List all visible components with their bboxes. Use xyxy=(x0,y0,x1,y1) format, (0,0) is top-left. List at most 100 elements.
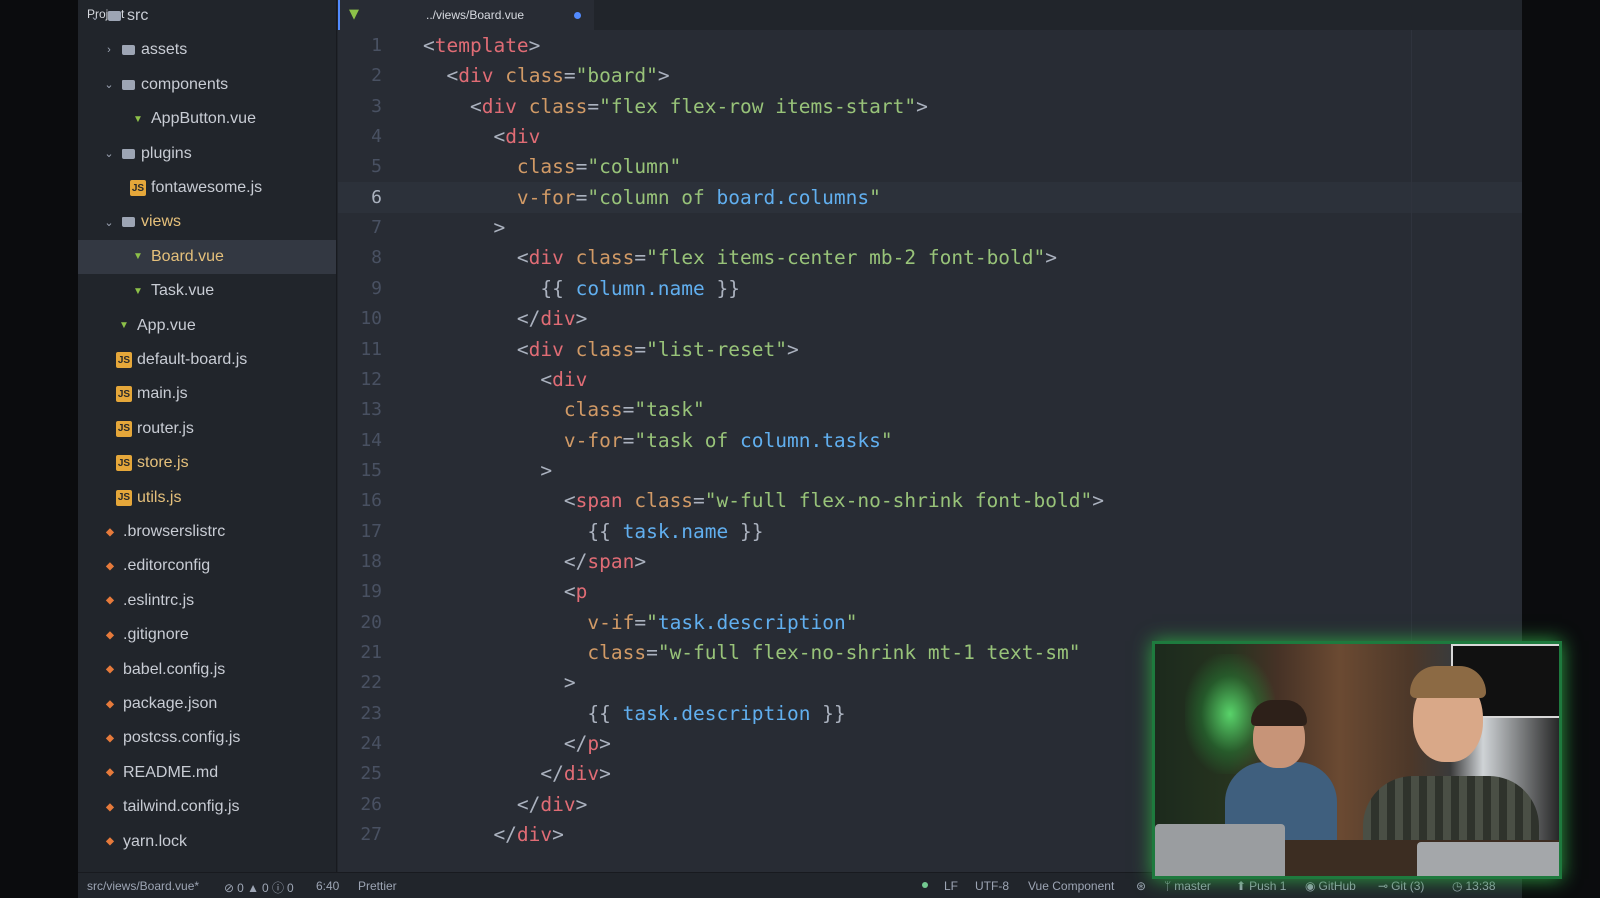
line-number[interactable]: 5 xyxy=(338,151,382,182)
line-number[interactable]: 6 xyxy=(338,182,382,213)
tree-item-label: .editorconfig xyxy=(123,557,211,575)
tree-item[interactable]: JS router.js xyxy=(78,412,336,446)
modified-indicator-icon[interactable] xyxy=(574,12,581,19)
code-line[interactable]: 8 <div class="flex items-center mb-2 fon… xyxy=(338,242,1522,273)
chevron-down-icon[interactable]: ⌄ xyxy=(102,147,116,160)
tree-item[interactable]: ◆ .gitignore xyxy=(78,618,336,652)
tree-item[interactable]: ⌄ plugins xyxy=(78,137,336,171)
line-number[interactable]: 14 xyxy=(338,425,382,456)
tree-item[interactable]: JS utils.js xyxy=(78,481,336,515)
line-number[interactable]: 20 xyxy=(338,607,382,638)
chevron-right-icon[interactable]: › xyxy=(102,44,116,56)
tree-item-label: AppButton.vue xyxy=(151,110,256,128)
line-number[interactable]: 3 xyxy=(338,91,382,122)
code-line[interactable]: 19 <p xyxy=(338,576,1522,607)
formatter-label[interactable]: Prettier xyxy=(358,879,397,893)
line-number[interactable]: 9 xyxy=(338,273,382,304)
code-line[interactable]: 1 <template> xyxy=(338,30,1522,61)
chevron-down-icon[interactable]: ⌄ xyxy=(102,216,116,229)
code-token: > xyxy=(634,549,647,573)
tree-item[interactable]: ◆ .eslintrc.js xyxy=(78,584,336,618)
tree-item[interactable]: ◆ postcss.config.js xyxy=(78,721,336,755)
code-line[interactable]: 13 class="task" xyxy=(338,394,1522,425)
broadcast-icon[interactable]: ⊛ xyxy=(1136,879,1146,893)
code-line[interactable]: 7 > xyxy=(338,212,1522,243)
line-number[interactable]: 27 xyxy=(338,819,382,850)
tree-item[interactable]: ▼ Task.vue xyxy=(78,274,336,308)
code-line[interactable]: 2 <div class="board"> xyxy=(338,60,1522,91)
diagnostics-indicator[interactable]: ⊘ 0 ▲ 0 ⓘ 0 xyxy=(224,879,294,896)
line-number[interactable]: 17 xyxy=(338,516,382,547)
github-button[interactable]: ◉ GitHub xyxy=(1305,879,1356,893)
tree-item[interactable]: JS default-board.js xyxy=(78,343,336,377)
line-number[interactable]: 7 xyxy=(338,212,382,243)
tree-item[interactable]: ◆ babel.config.js xyxy=(78,653,336,687)
line-number[interactable]: 16 xyxy=(338,485,382,516)
code-line[interactable]: 18 </span> xyxy=(338,546,1522,577)
line-number[interactable]: 13 xyxy=(338,394,382,425)
line-number[interactable]: 18 xyxy=(338,546,382,577)
line-number[interactable]: 21 xyxy=(338,637,382,668)
tree-item[interactable]: ▼ AppButton.vue xyxy=(78,102,336,136)
line-number[interactable]: 2 xyxy=(338,60,382,91)
chevron-down-icon[interactable]: ⌄ xyxy=(88,10,102,23)
tree-item[interactable]: ▼ Board.vue xyxy=(78,239,336,274)
tree-item[interactable]: ⌄ components xyxy=(78,68,336,102)
chevron-down-icon[interactable]: ⌄ xyxy=(102,78,116,91)
line-number[interactable]: 8 xyxy=(338,242,382,273)
code-token: task.name xyxy=(622,519,729,543)
line-number[interactable]: 4 xyxy=(338,121,382,152)
tree-item[interactable]: › assets xyxy=(78,33,336,67)
error-count: 0 xyxy=(237,881,244,895)
line-number[interactable]: 23 xyxy=(338,698,382,729)
branch-selector[interactable]: ᛘ master xyxy=(1164,879,1211,893)
encoding-selector[interactable]: UTF-8 xyxy=(975,879,1009,893)
tree-item[interactable]: JS fontawesome.js xyxy=(78,171,336,205)
line-number[interactable]: 11 xyxy=(338,334,382,365)
tree-item[interactable]: JS main.js xyxy=(78,377,336,411)
line-number[interactable]: 22 xyxy=(338,667,382,698)
code-line[interactable]: 16 <span class="w-full flex-no-shrink fo… xyxy=(338,485,1522,516)
tree-item[interactable]: ◆ .browserslistrc xyxy=(78,515,336,549)
tree-item[interactable]: ▼ App.vue xyxy=(78,309,336,343)
code-line[interactable]: 17 {{ task.name }} xyxy=(338,516,1522,547)
code-line[interactable]: 20 v-if="task.description" xyxy=(338,607,1522,638)
grammar-selector[interactable]: Vue Component xyxy=(1028,879,1114,893)
code-line[interactable]: 11 <div class="list-reset"> xyxy=(338,334,1522,365)
code-line[interactable]: 12 <div xyxy=(338,364,1522,395)
tree-item[interactable]: ⌄ views xyxy=(78,205,336,239)
push-button[interactable]: ⬆ Push 1 xyxy=(1236,879,1286,893)
line-number[interactable]: 26 xyxy=(338,789,382,820)
line-number[interactable]: 1 xyxy=(338,30,382,61)
line-number[interactable]: 19 xyxy=(338,576,382,607)
code-line[interactable]: 14 v-for="task of column.tasks" xyxy=(338,425,1522,456)
tree-item[interactable]: JS store.js xyxy=(78,446,336,480)
code-token: = xyxy=(575,185,588,209)
code-token: < xyxy=(423,94,482,118)
line-number[interactable]: 25 xyxy=(338,758,382,789)
tree-item[interactable]: ◆ tailwind.config.js xyxy=(78,790,336,824)
code-line[interactable]: 15 > xyxy=(338,455,1522,486)
line-number[interactable]: 12 xyxy=(338,364,382,395)
code-line[interactable]: 6 v-for="column of board.columns" xyxy=(338,181,1522,213)
line-number[interactable]: 24 xyxy=(338,728,382,759)
tab-board-vue[interactable]: ▼ ../views/Board.vue xyxy=(338,0,594,30)
tree-item-label: assets xyxy=(141,41,188,59)
code-line[interactable]: 5 class="column" xyxy=(338,151,1522,182)
code-line[interactable]: 9 {{ column.name }} xyxy=(338,273,1522,304)
line-number[interactable]: 10 xyxy=(338,303,382,334)
tree-item[interactable]: ◆ yarn.lock xyxy=(78,825,336,859)
code-line[interactable]: 3 <div class="flex flex-row items-start"… xyxy=(338,91,1522,122)
code-line[interactable]: 10 </div> xyxy=(338,303,1522,334)
tree-item[interactable]: ◆ README.md xyxy=(78,756,336,790)
code-token: < xyxy=(423,337,529,361)
status-file-path[interactable]: src/views/Board.vue* xyxy=(87,879,199,893)
tree-item[interactable]: ⌄ src xyxy=(78,0,336,33)
line-number[interactable]: 15 xyxy=(338,455,382,486)
code-line[interactable]: 4 <div xyxy=(338,121,1522,152)
line-ending-selector[interactable]: LF xyxy=(944,879,958,893)
tree-item[interactable]: ◆ package.json xyxy=(78,687,336,721)
cursor-position[interactable]: 6:40 xyxy=(316,879,339,893)
git-button[interactable]: ⊸ Git (3) xyxy=(1378,879,1424,893)
tree-item[interactable]: ◆ .editorconfig xyxy=(78,549,336,583)
